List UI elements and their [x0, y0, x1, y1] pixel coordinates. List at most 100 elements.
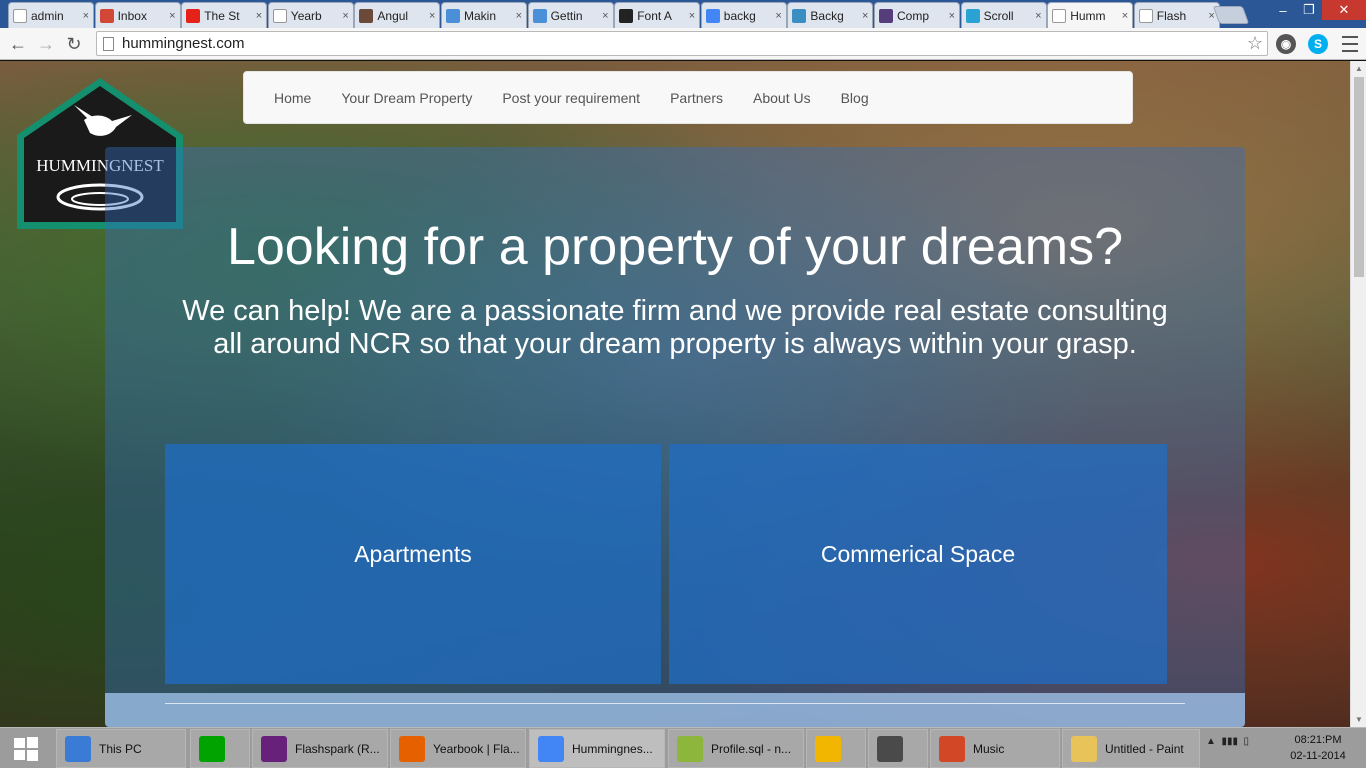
hero-text: We can help! We are a passionate firm an…: [182, 295, 1168, 360]
taskbar-item[interactable]: Profile.sql - n...: [668, 729, 804, 768]
scroll-icon: [965, 8, 980, 23]
computer-icon: [65, 735, 91, 762]
nav-partners[interactable]: Partners: [670, 90, 723, 106]
browser-tab-title: Scroll: [983, 8, 1014, 23]
close-tab-icon[interactable]: ×: [516, 10, 522, 22]
back-arrow-icon[interactable]: ←: [6, 32, 30, 56]
browser-tab[interactable]: Flash ×: [1133, 2, 1220, 28]
skype-icon[interactable]: S: [1308, 34, 1328, 54]
close-tab-icon[interactable]: ×: [342, 10, 348, 22]
close-tab-icon[interactable]: ×: [429, 10, 435, 22]
chrome-icon: [538, 735, 564, 762]
taskbar-item-label: Music: [973, 741, 1005, 756]
restore-button[interactable]: ❐: [1296, 0, 1322, 20]
nav-home[interactable]: Home: [274, 90, 311, 106]
browser-tab[interactable]: Backg ×: [787, 2, 874, 28]
gmail-icon: [99, 8, 114, 23]
page-viewport: HUMMINGNEST Home Your Dream Property Pos…: [0, 61, 1350, 727]
sublime-icon: [877, 735, 903, 762]
close-tab-icon[interactable]: ×: [862, 10, 868, 22]
browser-tab[interactable]: Humm ×: [1047, 2, 1134, 29]
extension-film-icon[interactable]: ◉: [1276, 34, 1296, 54]
scroll-down-icon[interactable]: ▼: [1355, 715, 1363, 724]
taskbar-item[interactable]: This PC: [56, 729, 186, 768]
system-tray[interactable]: ▲ ▮▮▮ ▯: [1206, 736, 1249, 747]
flag-icon: [619, 8, 634, 23]
browser-tab-title: Humm: [1070, 9, 1106, 23]
kinvey-icon: [446, 8, 460, 23]
doc-icon: [272, 8, 287, 23]
taskbar-item[interactable]: Hummingnes...: [529, 729, 665, 768]
apartments-card[interactable]: Apartments: [165, 444, 661, 684]
minimize-button[interactable]: –: [1270, 0, 1296, 20]
taskbar-item[interactable]: Untitled - Paint: [1062, 729, 1200, 768]
browser-tab[interactable]: backg ×: [700, 2, 787, 28]
close-tab-icon[interactable]: ×: [775, 10, 781, 22]
start-button[interactable]: [6, 734, 46, 764]
browser-tab-title: Makin: [464, 8, 497, 23]
taskbar-item[interactable]: Yearbook | Fla...: [390, 729, 526, 768]
nav-your-dream-property[interactable]: Your Dream Property: [341, 90, 472, 106]
visual-studio-icon: [261, 735, 287, 762]
browser-tab-title: admin: [31, 8, 64, 23]
browser-tab[interactable]: Scroll ×: [960, 2, 1047, 28]
taskbar-item-label: Flashspark (R...: [295, 741, 380, 756]
browser-tab[interactable]: Makin ×: [441, 2, 527, 28]
browser-tab-title: Flash: [1156, 8, 1187, 23]
close-tab-icon[interactable]: ×: [949, 10, 955, 22]
browser-tab[interactable]: Angul ×: [354, 2, 441, 28]
taskbar-clock[interactable]: 08:21:PM 02-11-2014: [1288, 732, 1348, 764]
close-tab-icon[interactable]: ×: [602, 10, 608, 22]
browser-tab[interactable]: Inbox ×: [94, 2, 181, 28]
browser-tab-title: backg: [723, 8, 756, 23]
commercial-space-card[interactable]: Commerical Space: [669, 444, 1167, 684]
music-icon: [939, 735, 965, 762]
url-text[interactable]: hummingnest.com: [122, 35, 245, 52]
taskbar-item-label: This PC: [99, 741, 142, 756]
taskbar-item[interactable]: [868, 729, 928, 768]
browser-tab-title: Inbox: [117, 8, 147, 23]
close-tab-icon[interactable]: ×: [1035, 10, 1041, 22]
clock-date: 02-11-2014: [1290, 750, 1346, 762]
taskbar-item[interactable]: [806, 729, 866, 768]
nav-blog[interactable]: Blog: [841, 90, 869, 106]
bookmark-star-icon[interactable]: ☆: [1247, 33, 1263, 54]
scroll-up-icon[interactable]: ▲: [1355, 64, 1363, 73]
taskbar-item-label: Profile.sql - n...: [711, 741, 792, 756]
nav-about-us[interactable]: About Us: [753, 90, 811, 106]
browser-tab[interactable]: admin ×: [8, 2, 94, 28]
hero-footer-strip: [105, 693, 1245, 727]
browser-tab[interactable]: Font A ×: [614, 2, 701, 28]
close-tab-icon[interactable]: ×: [83, 10, 89, 22]
chrome-menu-icon[interactable]: [1342, 34, 1358, 54]
hero-title: Looking for a property of your dreams?: [226, 218, 1124, 276]
doc-icon: [13, 8, 27, 23]
address-bar[interactable]: hummingnest.com ☆: [96, 31, 1268, 56]
browser-tab-title: Gettin: [550, 8, 583, 23]
close-tab-icon[interactable]: ×: [1122, 10, 1128, 22]
browser-tab-title: Angul: [377, 8, 409, 23]
scrollbar-thumb[interactable]: [1354, 77, 1364, 277]
reload-icon[interactable]: ↻: [62, 32, 86, 56]
taskbar-item[interactable]: [190, 729, 250, 768]
store-icon: [199, 735, 225, 762]
browser-tab-title: Backg: [810, 8, 844, 23]
forward-arrow-icon[interactable]: →: [34, 32, 58, 56]
taskbar-item-label: Yearbook | Fla...: [433, 741, 520, 756]
close-tab-icon[interactable]: ×: [256, 10, 262, 22]
new-tab-button[interactable]: [1212, 6, 1250, 24]
browser-tab[interactable]: Yearb ×: [267, 2, 354, 28]
browser-tab[interactable]: Comp ×: [874, 2, 960, 28]
chrome-canary-icon: [815, 735, 841, 762]
taskbar-item[interactable]: Music: [930, 729, 1060, 768]
page-scrollbar[interactable]: ▲ ▼: [1350, 61, 1366, 727]
nav-post-requirement[interactable]: Post your requirement: [502, 90, 640, 106]
close-tab-icon[interactable]: ×: [689, 10, 695, 22]
browser-tab[interactable]: The St ×: [181, 2, 268, 28]
close-tab-icon[interactable]: ×: [169, 10, 175, 22]
taskbar-item[interactable]: Flashspark (R...: [252, 729, 388, 768]
browser-tab[interactable]: Gettin ×: [527, 2, 614, 28]
doc-icon: [1138, 8, 1153, 23]
firefox-icon: [399, 735, 425, 762]
close-window-button[interactable]: ✕: [1322, 0, 1366, 20]
